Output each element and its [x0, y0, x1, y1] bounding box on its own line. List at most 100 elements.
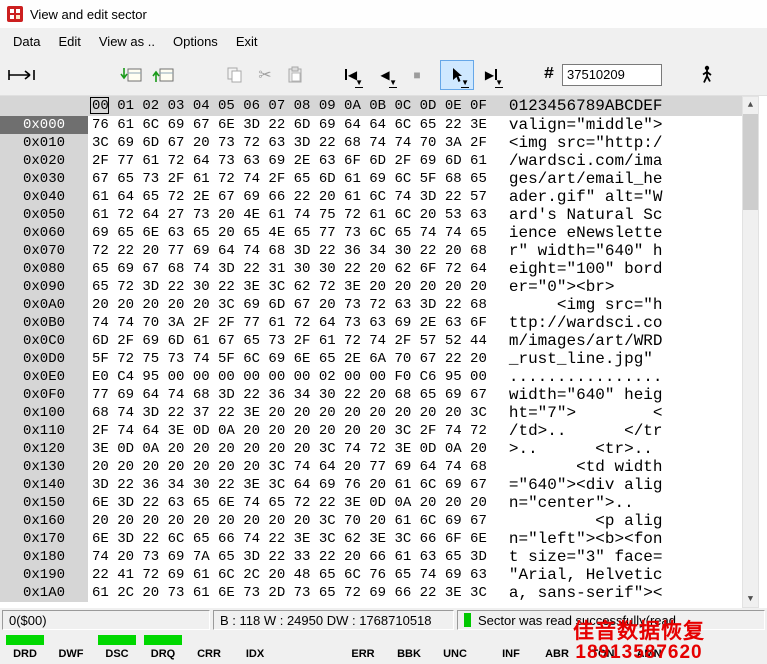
hex-row[interactable]: 0x160 20 20 20 20 20 20 20 20 20 3C 70 2…: [0, 512, 767, 530]
hex-row-bytes[interactable]: 76 61 6C 69 67 6E 3D 22 6D 69 64 64 6C 6…: [92, 116, 487, 134]
hex-row[interactable]: 0x0B0 74 74 70 3A 2F 2F 77 61 72 64 73 6…: [0, 314, 767, 332]
menu-item[interactable]: Edit: [49, 31, 89, 52]
read-last-sector-button[interactable]: [474, 60, 508, 90]
sector-number-button[interactable]: #: [536, 60, 562, 90]
hex-row-bytes[interactable]: 2F 77 61 72 64 73 63 69 2E 63 6F 6D 2F 6…: [92, 152, 487, 170]
hex-row[interactable]: 0x040 61 64 65 72 2E 67 69 66 22 20 61 6…: [0, 188, 767, 206]
hex-row[interactable]: 0x120 3E 0D 0A 20 20 20 20 20 20 3C 74 7…: [0, 440, 767, 458]
hex-row-bytes[interactable]: 3E 0D 0A 20 20 20 20 20 20 3C 74 72 3E 0…: [92, 440, 487, 458]
hex-row-ascii[interactable]: eight="100" bord: [509, 260, 663, 278]
hex-row-ascii[interactable]: ard's Natural Sc: [509, 206, 663, 224]
hex-row-bytes[interactable]: 61 72 64 27 73 20 4E 61 74 75 72 61 6C 2…: [92, 206, 487, 224]
hex-row-ascii[interactable]: ader.gif" alt="W: [509, 188, 663, 206]
copy-button[interactable]: [220, 60, 250, 90]
write-sector-button[interactable]: [148, 60, 180, 90]
hex-row-ascii[interactable]: ................: [509, 368, 663, 386]
cut-button[interactable]: [250, 60, 280, 90]
read-at-cursor-button[interactable]: [440, 59, 474, 90]
hex-row-ascii[interactable]: <td width: [509, 458, 662, 476]
hex-row-bytes[interactable]: 20 20 20 20 20 3C 69 6D 67 20 73 72 63 3…: [92, 296, 487, 314]
sector-number-input[interactable]: [562, 63, 662, 86]
hex-row-ascii[interactable]: t size="3" face=: [509, 548, 663, 566]
vertical-scrollbar[interactable]: [742, 96, 759, 608]
hex-row-ascii[interactable]: _rust_line.jpg": [509, 350, 663, 368]
hex-row-ascii[interactable]: er="0"><br>: [509, 278, 663, 296]
menu-item[interactable]: View as ..: [90, 31, 164, 52]
hex-row-ascii[interactable]: ience eNewslette: [509, 224, 663, 242]
hex-row-ascii[interactable]: ttp://wardsci.co: [509, 314, 663, 332]
hex-row-ascii[interactable]: ="640"><div alig: [509, 476, 663, 494]
hex-row-bytes[interactable]: 3D 22 36 34 30 22 3E 3C 64 69 76 20 61 6…: [92, 476, 487, 494]
hex-row-bytes[interactable]: 6E 3D 22 6C 65 66 74 22 3E 3C 62 3E 3C 6…: [92, 530, 487, 548]
scroll-down-arrow[interactable]: [743, 591, 758, 607]
hex-row[interactable]: 0x0C0 6D 2F 69 6D 61 67 65 73 2F 61 72 7…: [0, 332, 767, 350]
hex-row-bytes[interactable]: 5F 72 75 73 74 5F 6C 69 6E 65 2E 6A 70 6…: [92, 350, 487, 368]
hex-row-ascii[interactable]: width="640" heig: [509, 386, 663, 404]
hex-row-ascii[interactable]: ges/art/email_he: [509, 170, 663, 188]
hex-row[interactable]: 0x0F0 77 69 64 74 68 3D 22 36 34 30 22 2…: [0, 386, 767, 404]
hex-row-bytes[interactable]: 2F 74 64 3E 0D 0A 20 20 20 20 20 20 3C 2…: [92, 422, 487, 440]
hex-row-bytes[interactable]: 6D 2F 69 6D 61 67 65 73 2F 61 72 74 2F 5…: [92, 332, 487, 350]
hex-row-ascii[interactable]: a, sans-serif"><: [509, 584, 663, 602]
hex-row[interactable]: 0x0A0 20 20 20 20 20 3C 69 6D 67 20 73 7…: [0, 296, 767, 314]
hex-row[interactable]: 0x180 74 20 73 69 7A 65 3D 22 33 22 20 6…: [0, 548, 767, 566]
hex-row-bytes[interactable]: 67 65 73 2F 61 72 74 2F 65 6D 61 69 6C 5…: [92, 170, 487, 188]
hex-row[interactable]: 0x130 20 20 20 20 20 20 20 3C 74 64 20 7…: [0, 458, 767, 476]
hex-row-ascii[interactable]: <img src="http:/: [509, 134, 663, 152]
hex-row[interactable]: 0x110 2F 74 64 3E 0D 0A 20 20 20 20 20 2…: [0, 422, 767, 440]
hex-row[interactable]: 0x050 61 72 64 27 73 20 4E 61 74 75 72 6…: [0, 206, 767, 224]
hex-row-ascii[interactable]: "Arial, Helvetic: [509, 566, 663, 584]
hex-row[interactable]: 0x000 76 61 6C 69 67 6E 3D 22 6D 69 64 6…: [0, 116, 767, 134]
navigate-button[interactable]: [692, 60, 722, 90]
hex-row-bytes[interactable]: 72 22 20 77 69 64 74 68 3D 22 36 34 30 2…: [92, 242, 487, 260]
hex-row-ascii[interactable]: ht="7"> <: [509, 404, 663, 422]
read-first-sector-button[interactable]: [334, 60, 368, 90]
goto-offset-button[interactable]: [6, 60, 38, 90]
hex-row-ascii[interactable]: n="left"><b><fon: [509, 530, 663, 548]
hex-row-bytes[interactable]: 20 20 20 20 20 20 20 3C 74 64 20 77 69 6…: [92, 458, 487, 476]
hex-row[interactable]: 0x140 3D 22 36 34 30 22 3E 3C 64 69 76 2…: [0, 476, 767, 494]
hex-row-ascii[interactable]: <img src="h: [509, 296, 663, 314]
hex-row-ascii[interactable]: <p alig: [509, 512, 662, 530]
hex-row[interactable]: 0x190 22 41 72 69 61 6C 2C 20 48 65 6C 7…: [0, 566, 767, 584]
hex-row-ascii[interactable]: /wardsci.com/ima: [509, 152, 663, 170]
menu-item[interactable]: Exit: [227, 31, 267, 52]
read-previous-sector-button[interactable]: [368, 60, 402, 90]
read-sector-button[interactable]: [116, 60, 148, 90]
hex-row[interactable]: 0x030 67 65 73 2F 61 72 74 2F 65 6D 61 6…: [0, 170, 767, 188]
hex-row-ascii[interactable]: /td>.. </tr: [509, 422, 663, 440]
hex-row-ascii[interactable]: r" width="640" h: [509, 242, 663, 260]
hex-row[interactable]: 0x170 6E 3D 22 6C 65 66 74 22 3E 3C 62 3…: [0, 530, 767, 548]
hex-row[interactable]: 0x020 2F 77 61 72 64 73 63 69 2E 63 6F 6…: [0, 152, 767, 170]
hex-row-bytes[interactable]: 6E 3D 22 63 65 6E 74 65 72 22 3E 0D 0A 2…: [92, 494, 487, 512]
hex-row-bytes[interactable]: 74 20 73 69 7A 65 3D 22 33 22 20 66 61 6…: [92, 548, 487, 566]
hex-row[interactable]: 0x010 3C 69 6D 67 20 73 72 63 3D 22 68 7…: [0, 134, 767, 152]
hex-row-ascii[interactable]: >.. <tr>..: [509, 440, 663, 458]
hex-row-bytes[interactable]: 22 41 72 69 61 6C 2C 20 48 65 6C 76 65 7…: [92, 566, 487, 584]
hex-row-bytes[interactable]: 65 69 67 68 74 3D 22 31 30 30 22 20 62 6…: [92, 260, 487, 278]
hex-row-bytes[interactable]: 65 72 3D 22 30 22 3E 3C 62 72 3E 20 20 2…: [92, 278, 487, 296]
hex-row-bytes[interactable]: 74 74 70 3A 2F 2F 77 61 72 64 73 63 69 2…: [92, 314, 487, 332]
hex-row[interactable]: 0x070 72 22 20 77 69 64 74 68 3D 22 36 3…: [0, 242, 767, 260]
hex-row[interactable]: 0x0E0 E0 C4 95 00 00 00 00 00 00 02 00 0…: [0, 368, 767, 386]
scrollbar-thumb[interactable]: [743, 114, 758, 210]
hex-row-bytes[interactable]: 68 74 3D 22 37 22 3E 20 20 20 20 20 20 2…: [92, 404, 487, 422]
hex-row[interactable]: 0x080 65 69 67 68 74 3D 22 31 30 30 22 2…: [0, 260, 767, 278]
stop-button[interactable]: [402, 60, 432, 90]
hex-row-bytes[interactable]: 20 20 20 20 20 20 20 20 20 3C 70 20 61 6…: [92, 512, 487, 530]
hex-row-bytes[interactable]: 3C 69 6D 67 20 73 72 63 3D 22 68 74 74 7…: [92, 134, 487, 152]
hex-row[interactable]: 0x0D0 5F 72 75 73 74 5F 6C 69 6E 65 2E 6…: [0, 350, 767, 368]
hex-row-bytes[interactable]: 61 64 65 72 2E 67 69 66 22 20 61 6C 74 3…: [92, 188, 487, 206]
hex-row-ascii[interactable]: valign="middle">: [509, 116, 663, 134]
paste-button[interactable]: [280, 60, 310, 90]
hex-row[interactable]: 0x090 65 72 3D 22 30 22 3E 3C 62 72 3E 2…: [0, 278, 767, 296]
hex-row[interactable]: 0x150 6E 3D 22 63 65 6E 74 65 72 22 3E 0…: [0, 494, 767, 512]
menu-item[interactable]: Data: [4, 31, 49, 52]
hex-row-bytes[interactable]: 69 65 6E 63 65 20 65 4E 65 77 73 6C 65 7…: [92, 224, 487, 242]
hex-row-bytes[interactable]: 61 2C 20 73 61 6E 73 2D 73 65 72 69 66 2…: [92, 584, 487, 602]
hex-row[interactable]: 0x060 69 65 6E 63 65 20 65 4E 65 77 73 6…: [0, 224, 767, 242]
hex-row-bytes[interactable]: 77 69 64 74 68 3D 22 36 34 30 22 20 68 6…: [92, 386, 487, 404]
hex-row[interactable]: 0x1A0 61 2C 20 73 61 6E 73 2D 73 65 72 6…: [0, 584, 767, 602]
scroll-up-arrow[interactable]: [743, 97, 758, 113]
hex-row-ascii[interactable]: m/images/art/WRD: [509, 332, 663, 350]
